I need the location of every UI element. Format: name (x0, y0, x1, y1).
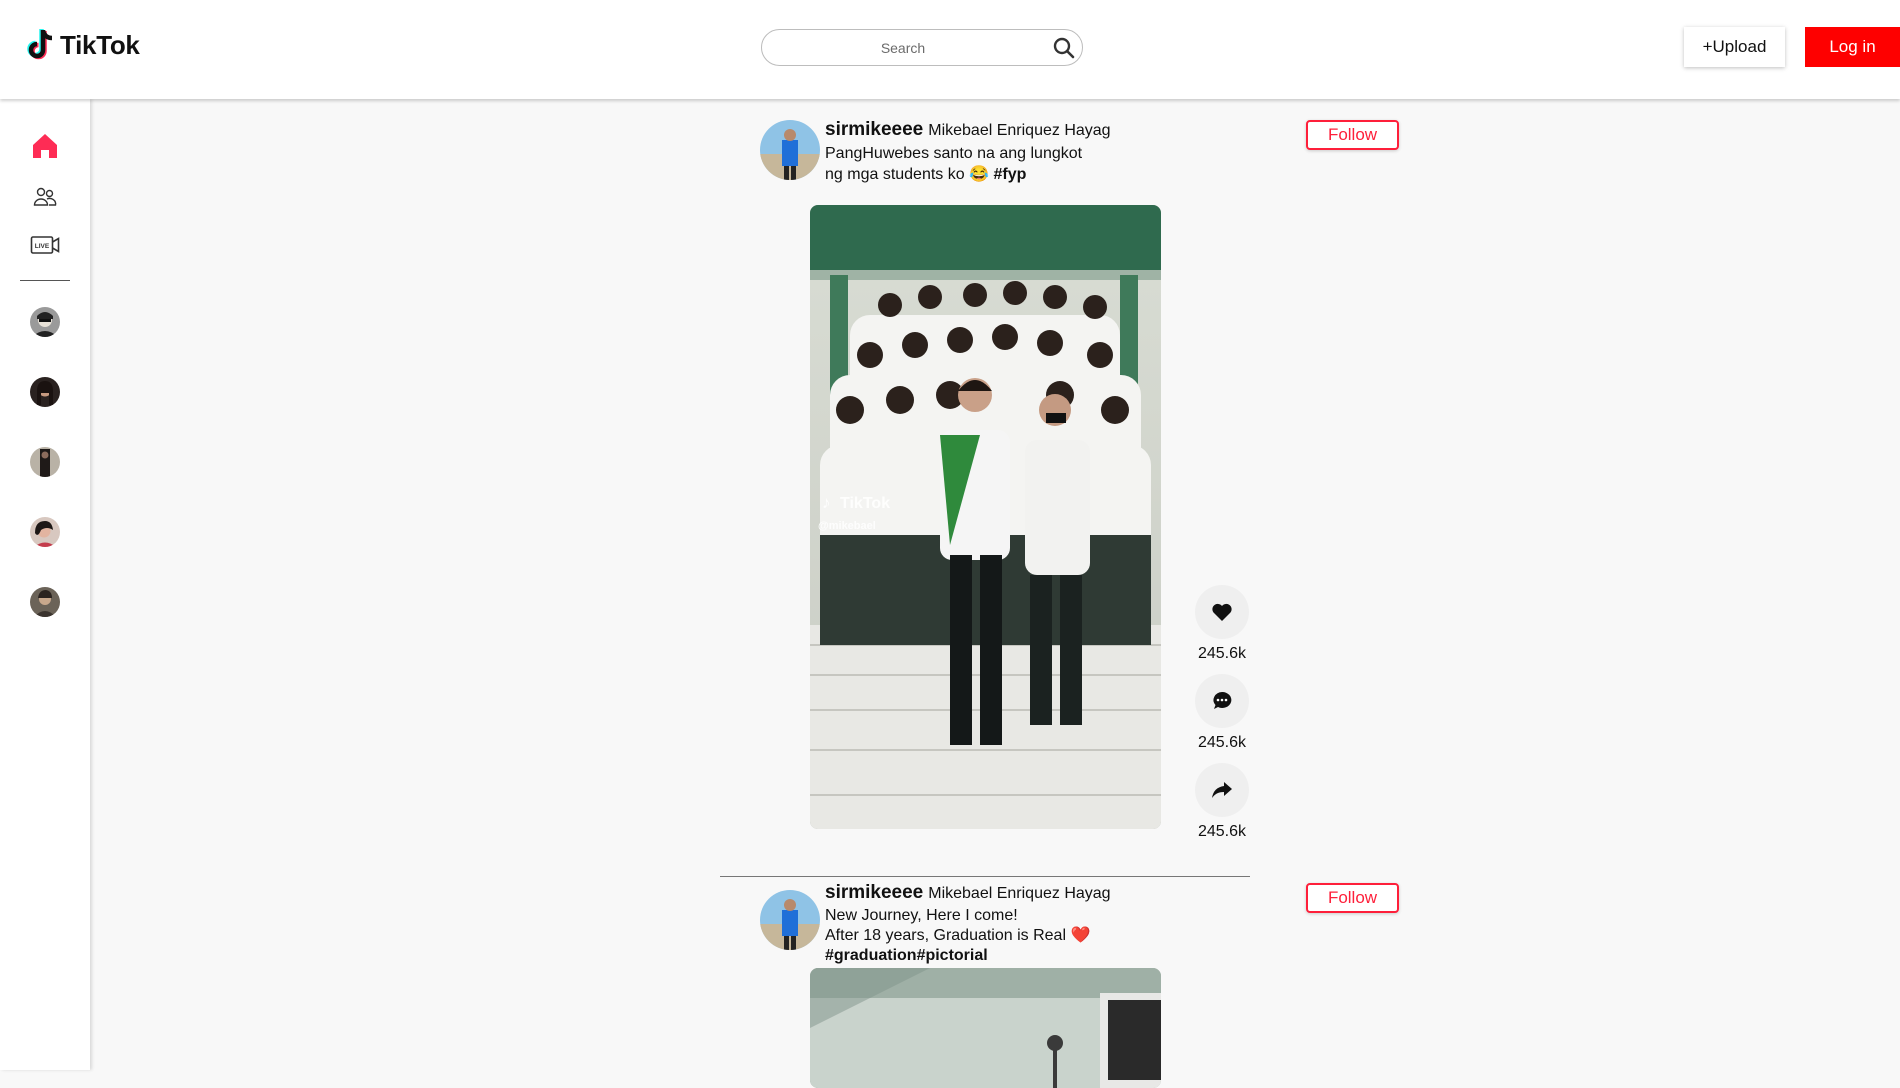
search-bar (761, 29, 1083, 66)
author-nickname: Mikebael Enriquez Hayag (928, 122, 1111, 139)
live-icon: LIVE (30, 236, 60, 254)
search-icon (1053, 37, 1075, 59)
author-username[interactable]: sirmikeeee (825, 119, 923, 140)
nav-live[interactable]: LIVE (28, 228, 62, 262)
caption-line: New Journey, Here I come! (825, 907, 1018, 924)
suggested-account-avatar[interactable] (30, 447, 60, 477)
svg-text:LIVE: LIVE (35, 243, 50, 250)
follow-button[interactable]: Follow (1306, 883, 1399, 913)
top-header: TikTok +Upload Log in (0, 0, 1900, 99)
feed-post: sirmikeeee Mikebael Enriquez Hayag PangHu… (760, 120, 1400, 840)
suggested-account-avatar[interactable] (30, 517, 60, 547)
video-thumbnail: ♪ TikTok @mikebael (810, 205, 1161, 829)
heart-icon (1212, 603, 1232, 621)
suggested-account-avatar[interactable] (30, 377, 60, 407)
video-watermark: TikTok (840, 495, 890, 512)
share-icon (1212, 782, 1232, 798)
suggested-account-avatar[interactable] (30, 307, 60, 337)
like-action: 245.6k (1194, 585, 1250, 663)
share-count: 245.6k (1197, 823, 1247, 840)
post-caption: New Journey, Here I come! After 18 years… (825, 906, 1155, 966)
comment-action: 245.6k (1194, 674, 1250, 752)
nav-following[interactable] (28, 180, 62, 214)
hashtag-link[interactable]: #graduation#pictorial (825, 947, 988, 964)
tiktok-logo[interactable]: TikTok (26, 28, 140, 62)
author-username[interactable]: sirmikeeee (825, 882, 923, 903)
post-divider (720, 876, 1250, 877)
like-button[interactable] (1195, 585, 1249, 639)
caption-line: After 18 years, Graduation is Real ❤️ (825, 927, 1091, 944)
share-action: 245.6k (1194, 763, 1250, 841)
nav-home[interactable] (28, 129, 62, 163)
tiktok-note-icon (27, 29, 53, 60)
post-meta: sirmikeeee Mikebael Enriquez Hayag PangHu… (825, 120, 1155, 185)
author-avatar[interactable] (760, 120, 820, 180)
caption-line: PangHuwebes santo na ang lungkot (825, 145, 1083, 162)
upload-button[interactable]: +Upload (1684, 27, 1785, 67)
left-sidebar: LIVE (0, 99, 90, 1070)
video-player[interactable]: ♪ TikTok @mikebael (810, 205, 1161, 829)
video-handle: @mikebael (818, 520, 876, 532)
people-icon (33, 187, 57, 206)
svg-text:♪: ♪ (822, 493, 831, 512)
login-button[interactable]: Log in (1805, 27, 1900, 67)
comment-button[interactable] (1195, 674, 1249, 728)
logo-text: TikTok (60, 29, 140, 60)
hashtag-link[interactable]: #fyp (993, 166, 1026, 183)
search-input[interactable] (778, 36, 1028, 60)
caption-line: ng mga students ko 😂 (825, 166, 990, 183)
video-player[interactable] (810, 968, 1161, 1088)
video-thumbnail (810, 968, 1161, 1088)
comment-icon (1213, 691, 1232, 709)
comment-count: 245.6k (1197, 734, 1247, 751)
author-avatar[interactable] (760, 890, 820, 950)
suggested-account-avatar[interactable] (30, 587, 60, 617)
like-count: 245.6k (1197, 645, 1247, 662)
search-button[interactable] (1050, 34, 1078, 62)
author-nickname: Mikebael Enriquez Hayag (928, 885, 1111, 902)
post-meta: sirmikeeee Mikebael Enriquez Hayag New Jo… (825, 883, 1155, 966)
post-caption: PangHuwebes santo na ang lungkot ng mga … (825, 143, 1155, 185)
follow-button[interactable]: Follow (1306, 120, 1399, 150)
sidebar-divider (20, 280, 70, 281)
share-button[interactable] (1195, 763, 1249, 817)
feed-post: sirmikeeee Mikebael Enriquez Hayag New Jo… (760, 883, 1400, 1088)
home-icon (33, 134, 57, 158)
